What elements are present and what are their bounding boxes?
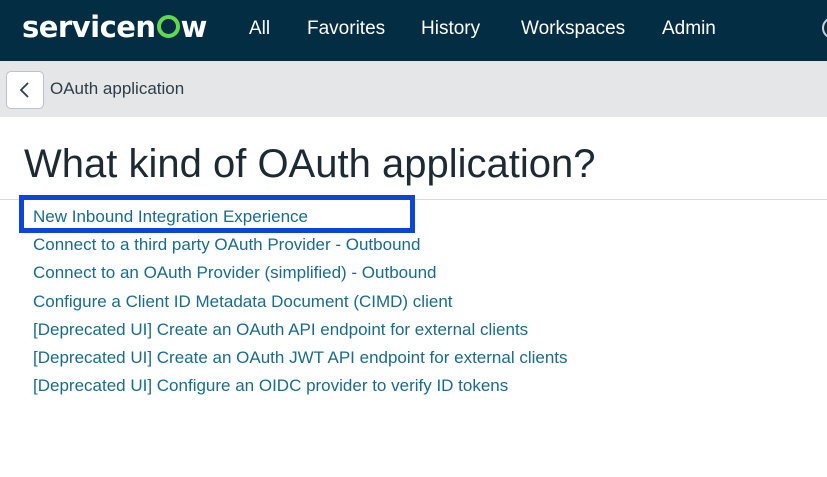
divider (0, 199, 827, 200)
user-avatar-icon[interactable] (822, 17, 827, 39)
logo-ring-icon (156, 15, 180, 38)
top-navigation-bar: servicen w All Favorites History Workspac… (0, 0, 827, 61)
servicenow-logo[interactable]: servicen w (22, 9, 207, 45)
context-title: OAuth application (50, 79, 185, 98)
context-bar: OAuth application (0, 61, 827, 117)
logo-text-post: w (180, 10, 208, 44)
option-third-party-outbound[interactable]: Connect to a third party OAuth Provider … (33, 232, 568, 260)
option-deprecated-jwt-endpoint[interactable]: [Deprecated UI] Create an OAuth JWT API … (33, 345, 568, 373)
nav-all[interactable]: All (249, 17, 270, 41)
option-new-inbound-integration[interactable]: New Inbound Integration Experience (33, 204, 568, 232)
nav-admin[interactable]: Admin (662, 17, 716, 41)
option-cimd-client[interactable]: Configure a Client ID Metadata Document … (33, 289, 568, 317)
back-button[interactable] (6, 71, 44, 109)
nav-workspaces[interactable]: Workspaces (521, 17, 625, 41)
nav-favorites[interactable]: Favorites (307, 17, 385, 41)
nav-history[interactable]: History (421, 17, 480, 41)
logo-text-pre: servicen (22, 10, 156, 44)
option-deprecated-api-endpoint[interactable]: [Deprecated UI] Create an OAuth API endp… (33, 317, 568, 345)
chevron-left-icon (19, 82, 29, 98)
page-title: What kind of OAuth application? (24, 142, 596, 186)
oauth-type-list: New Inbound Integration Experience Conne… (33, 204, 568, 401)
option-deprecated-oidc-provider[interactable]: [Deprecated UI] Configure an OIDC provid… (33, 373, 568, 401)
option-simplified-outbound[interactable]: Connect to an OAuth Provider (simplified… (33, 260, 568, 288)
